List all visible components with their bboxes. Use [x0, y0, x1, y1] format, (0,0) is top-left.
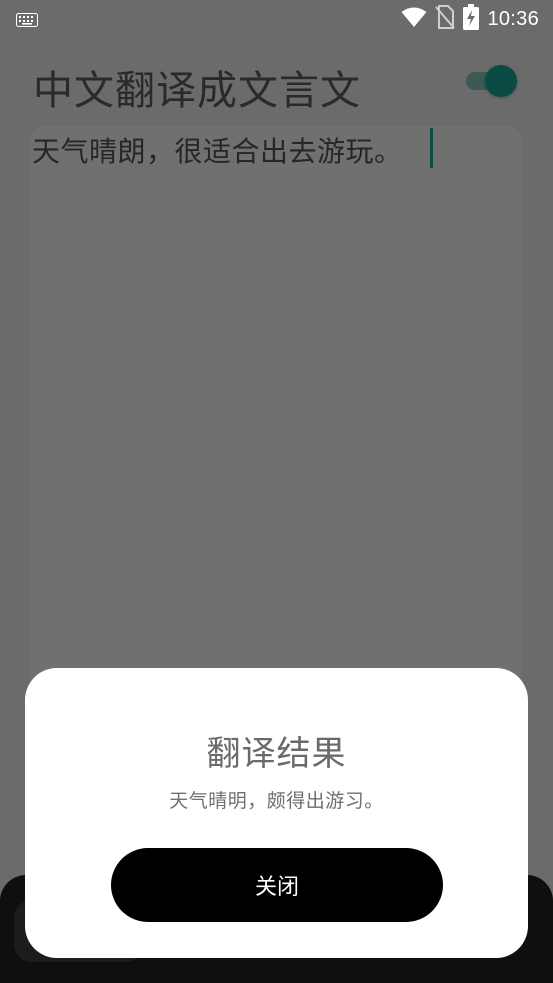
input-text: 天气晴朗，很适合出去游玩。 [32, 135, 403, 168]
page-title: 中文翻译成文言文 [33, 68, 361, 114]
wifi-icon [401, 6, 427, 32]
close-button[interactable]: 关闭 [111, 848, 443, 922]
mode-toggle[interactable] [464, 64, 518, 98]
no-sim-icon [435, 5, 456, 33]
app-screen: 10:36 中文翻译成文言文 天气晴朗，很适合出去游玩。 翻译结果 天气晴明，颇… [0, 0, 553, 983]
status-bar: 10:36 [0, 0, 553, 38]
status-time: 10:36 [487, 7, 539, 30]
battery-charging-icon [463, 4, 480, 34]
result-dialog: 翻译结果 天气晴明，颇得出游习。 关闭 [25, 668, 528, 958]
dialog-message: 天气晴明，颇得出游习。 [169, 790, 384, 812]
text-cursor [430, 128, 433, 168]
toggle-thumb [485, 65, 517, 97]
keyboard-icon [16, 12, 38, 27]
dialog-title: 翻译结果 [206, 734, 347, 774]
